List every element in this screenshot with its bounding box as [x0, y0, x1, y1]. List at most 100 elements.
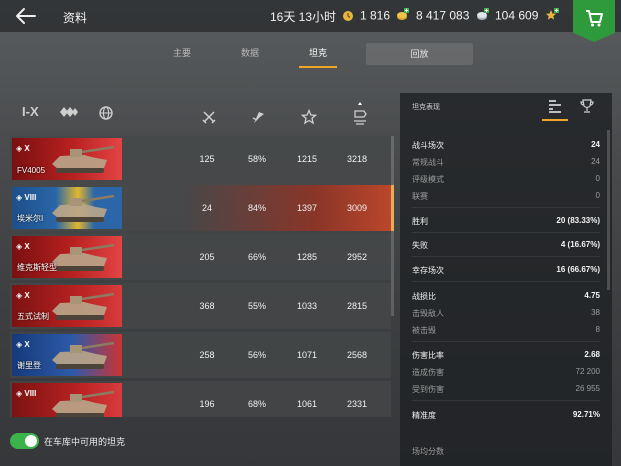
tank-winrate-cell: 55% [247, 301, 266, 311]
tank-card: ◈ X FV4005 [12, 138, 122, 180]
stat-value: 72 200 [575, 367, 600, 376]
nation-filter[interactable] [98, 105, 114, 124]
stat-row: 场均分数 [412, 443, 600, 459]
tank-battles-cell: 205 [199, 252, 215, 262]
shell-sort-icon [354, 102, 367, 125]
tank-row[interactable]: ◈ VIII 196 68% 1061 2331 [10, 381, 391, 417]
tank-tier: X [24, 291, 30, 300]
stat-value: 16 (66.67%) [556, 265, 600, 274]
stat-row: 被击毁 8 [412, 322, 600, 338]
stat-divider [412, 207, 600, 208]
stat-label: 常规战斗 [412, 158, 444, 167]
cart-icon [586, 10, 603, 27]
stat-value: 24 [591, 140, 600, 149]
tank-list: ◈ X FV4005 125 58% 1215 3218 ◈ VIII 埃米尔I 24 84% 13… [10, 136, 395, 417]
tank-row[interactable]: ◈ X FV4005 125 58% 1215 3218 [10, 136, 391, 182]
top-bar: 资料 16天 13小时 1 816 8 417 083 104 609 [0, 0, 621, 32]
shop-button[interactable] [573, 0, 615, 42]
tank-card: ◈ X 维克斯轻型 [12, 236, 122, 278]
tank-damage-cell: 2331 [346, 399, 368, 409]
panel-title: 坦克表现 [412, 104, 440, 111]
tab-replays[interactable]: 回放 [366, 43, 473, 65]
stat-row: 联赛 0 [412, 188, 600, 204]
stat-value: 8 [595, 325, 600, 334]
tank-tier-badge: ◈ VIII [16, 193, 36, 202]
tab-data[interactable]: 数据 [232, 42, 268, 68]
stat-value: 20 (83.33%) [556, 216, 600, 225]
tank-winrate-cell: 68% [247, 399, 266, 409]
tank-tier-badge: ◈ VIII [16, 389, 36, 398]
tab-main[interactable]: 主要 [164, 42, 200, 68]
tank-card: ◈ VIII [12, 383, 122, 417]
stat-label: 失败 [412, 241, 428, 250]
stat-row: 幸存场次 16 (66.67%) [412, 262, 600, 278]
toggle-knob [25, 435, 37, 447]
tank-damage-cell: 3009 [346, 203, 368, 213]
tank-name: FV4005 [17, 166, 46, 175]
stat-divider [412, 281, 600, 282]
tank-card: ◈ VIII 埃米尔I [12, 187, 122, 229]
gold-icon [396, 8, 410, 25]
sort-winrate-button[interactable] [246, 106, 270, 128]
back-button[interactable] [14, 6, 38, 26]
premium-time[interactable]: 16天 13小时 [270, 8, 354, 25]
garage-filter-toggle[interactable] [10, 433, 39, 449]
garage-filter-label: 在车库中可用的坦克 [44, 437, 126, 447]
trophy-icon [580, 99, 594, 113]
filter-row: I-X [10, 100, 395, 132]
stat-value: 38 [591, 308, 600, 317]
tank-row[interactable]: ◈ VIII 埃米尔I 24 84% 1397 3009 [10, 185, 394, 231]
tank-winrate-cell: 84% [247, 203, 266, 213]
tank-mastery-cell: 1071 [296, 350, 318, 360]
stat-label: 被击毁 [412, 326, 436, 335]
tab-tanks[interactable]: 坦克 [299, 42, 337, 68]
tank-mastery-cell: 1033 [296, 301, 318, 311]
tank-tier: X [24, 144, 30, 153]
stat-row: 伤害比率 2.68 [412, 347, 600, 363]
stats-view-button[interactable] [544, 97, 566, 115]
sort-battles-button[interactable] [197, 106, 221, 128]
tank-class-icon [60, 107, 78, 117]
sort-damage-button[interactable] [348, 100, 372, 130]
tank-tier-badge: ◈ X [16, 340, 30, 349]
tank-performance-panel: 坦克表现 战斗场次 24 常规战斗 24 评级模式 0 联赛 0 胜利 20 (83.33%) 失败… [400, 93, 612, 466]
premium-time-value: 16天 13小时 [270, 10, 337, 24]
star-icon [301, 109, 317, 125]
tier-filter[interactable]: I-X [22, 104, 39, 119]
achievements-view-button[interactable] [576, 97, 598, 115]
tank-tier-badge: ◈ X [16, 242, 30, 251]
tank-name: 谢里登 [17, 361, 41, 370]
gold-balance[interactable]: 1 816 [360, 8, 410, 25]
stat-divider [412, 232, 600, 233]
stat-divider [412, 256, 600, 257]
stat-label: 受到伤害 [412, 385, 444, 394]
stat-value: 24 [591, 157, 600, 166]
stat-row: 受到伤害 26 955 [412, 381, 600, 397]
crossed-swords-icon [202, 111, 216, 124]
credits-icon [476, 8, 490, 25]
tank-list-scrollbar[interactable] [391, 136, 394, 316]
stat-label: 联赛 [412, 192, 428, 201]
tank-tier: X [24, 242, 30, 251]
tank-damage-cell: 3218 [346, 154, 368, 164]
tank-tier-badge: ◈ X [16, 144, 30, 153]
tank-mastery-cell: 1285 [296, 252, 318, 262]
tank-battles-cell: 125 [199, 154, 215, 164]
tank-damage-cell: 2568 [346, 350, 368, 360]
tank-row[interactable]: ◈ X 谢里登 258 56% 1071 2568 [10, 332, 391, 378]
stat-row: 击毁敌人 38 [412, 305, 600, 321]
stat-row: 失败 4 (16.67%) [412, 237, 600, 253]
credits-balance[interactable]: 8 417 083 [416, 8, 490, 25]
stats-scrollbar[interactable] [607, 130, 610, 290]
stat-divider [412, 341, 600, 342]
stat-value: 26 955 [575, 384, 600, 393]
free-xp-star-icon [545, 8, 559, 25]
sort-mastery-button[interactable] [297, 106, 321, 128]
credits-value: 8 417 083 [416, 8, 470, 23]
tank-type-filter[interactable] [58, 104, 80, 123]
tank-row[interactable]: ◈ X 五式试制 368 55% 1033 2815 [10, 283, 391, 329]
stat-label: 评级模式 [412, 175, 444, 184]
tank-name: 五式试制 [17, 312, 49, 321]
tank-row[interactable]: ◈ X 维克斯轻型 205 66% 1285 2952 [10, 234, 391, 280]
free-xp-balance[interactable]: 104 609 [495, 8, 559, 25]
